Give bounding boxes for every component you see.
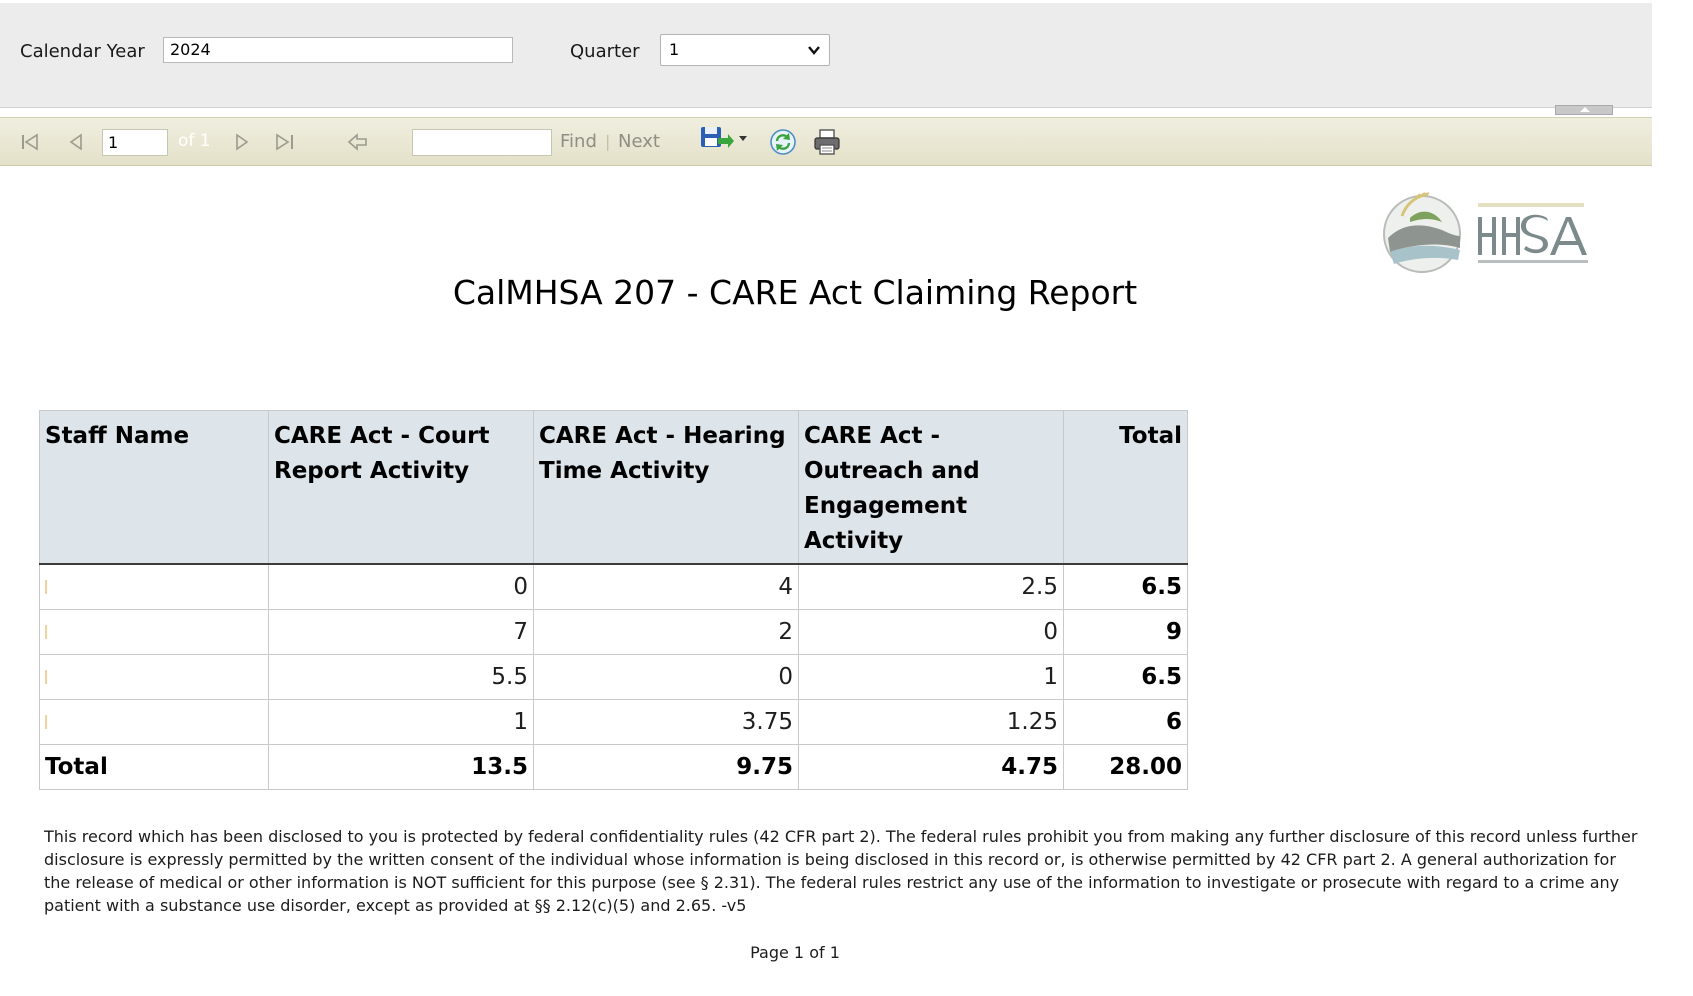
page-number-input[interactable]: 1 [102, 129, 168, 156]
row-total-cell: 6.5 [1063, 563, 1188, 610]
court-report-cell: 0 [268, 563, 534, 610]
total-label-cell: Total [39, 743, 269, 790]
previous-page-icon[interactable] [66, 130, 88, 154]
export-save-icon[interactable] [698, 124, 748, 156]
total-court-report-cell: 13.5 [268, 743, 534, 790]
find-button[interactable]: Find [560, 131, 597, 152]
find-input[interactable] [412, 129, 552, 156]
staff-name-cell [39, 608, 269, 655]
outreach-cell: 0 [798, 608, 1064, 655]
last-page-icon[interactable] [272, 130, 298, 154]
hearing-time-cell: 2 [533, 608, 799, 655]
outreach-cell: 2.5 [798, 563, 1064, 610]
staff-name-cell [39, 698, 269, 745]
row-total-cell: 6.5 [1063, 653, 1188, 700]
table-row: 1 3.75 1.25 6 [39, 698, 1188, 745]
redacted-name-mark [45, 580, 47, 595]
quarter-selected-value: 1 [669, 40, 680, 59]
table-row: 0 4 2.5 6.5 [39, 563, 1188, 610]
toolbar-separator: | [605, 132, 611, 151]
print-icon[interactable] [812, 127, 842, 157]
court-report-cell: 5.5 [268, 653, 534, 700]
report-toolbar: 1 of 1 Find | Next [0, 117, 1652, 166]
chevron-down-icon [808, 46, 820, 55]
page-count-label: of 1 [178, 131, 211, 151]
grand-total-cell: 28.00 [1063, 743, 1188, 790]
next-button[interactable]: Next [618, 131, 660, 152]
hhsa-logo [1383, 192, 1588, 273]
column-header-staff-name: Staff Name [39, 410, 269, 565]
table-row: 5.5 0 1 6.5 [39, 653, 1188, 700]
redacted-name-mark [45, 715, 47, 729]
report-title: CalMHSA 207 - CARE Act Claiming Report [452, 273, 1138, 312]
back-icon[interactable] [346, 130, 370, 154]
table-total-row: Total 13.5 9.75 4.75 28.00 [39, 743, 1188, 790]
total-outreach-cell: 4.75 [798, 743, 1064, 790]
staff-name-cell [39, 653, 269, 700]
court-report-cell: 1 [268, 698, 534, 745]
hearing-time-cell: 3.75 [533, 698, 799, 745]
row-total-cell: 6 [1063, 698, 1188, 745]
confidentiality-disclaimer: This record which has been disclosed to … [44, 827, 1638, 915]
claiming-report-table: Staff Name CARE Act - Court Report Activ… [39, 410, 1188, 790]
column-header-total: Total [1063, 410, 1188, 565]
court-report-cell: 7 [268, 608, 534, 655]
column-header-court-report: CARE Act - Court Report Activity [268, 410, 534, 565]
quarter-label: Quarter [570, 41, 640, 62]
logo-wordmark [1478, 203, 1588, 263]
outreach-cell: 1 [798, 653, 1064, 700]
staff-name-cell [39, 563, 269, 610]
total-hearing-time-cell: 9.75 [533, 743, 799, 790]
collapse-parameters-button[interactable] [1555, 105, 1613, 115]
first-page-icon[interactable] [18, 130, 42, 154]
column-header-hearing-time: CARE Act - Hearing Time Activity [533, 410, 799, 565]
parameter-panel: Calendar Year 2024 Quarter 1 [0, 3, 1652, 108]
redacted-name-mark [45, 625, 47, 639]
refresh-icon[interactable] [768, 127, 798, 157]
redacted-name-mark [45, 670, 47, 684]
outreach-cell: 1.25 [798, 698, 1064, 745]
table-header-row: Staff Name CARE Act - Court Report Activ… [39, 410, 1188, 565]
calendar-year-input[interactable]: 2024 [163, 37, 513, 63]
quarter-select[interactable]: 1 [660, 34, 830, 66]
table-row: 7 2 0 9 [39, 608, 1188, 655]
column-header-outreach: CARE Act - Outreach and Engagement Activ… [798, 410, 1064, 565]
hearing-time-cell: 4 [533, 563, 799, 610]
hearing-time-cell: 0 [533, 653, 799, 700]
row-total-cell: 9 [1063, 608, 1188, 655]
page-footer: Page 1 of 1 [750, 943, 840, 962]
next-page-icon[interactable] [230, 130, 252, 154]
calendar-year-label: Calendar Year [20, 41, 145, 62]
